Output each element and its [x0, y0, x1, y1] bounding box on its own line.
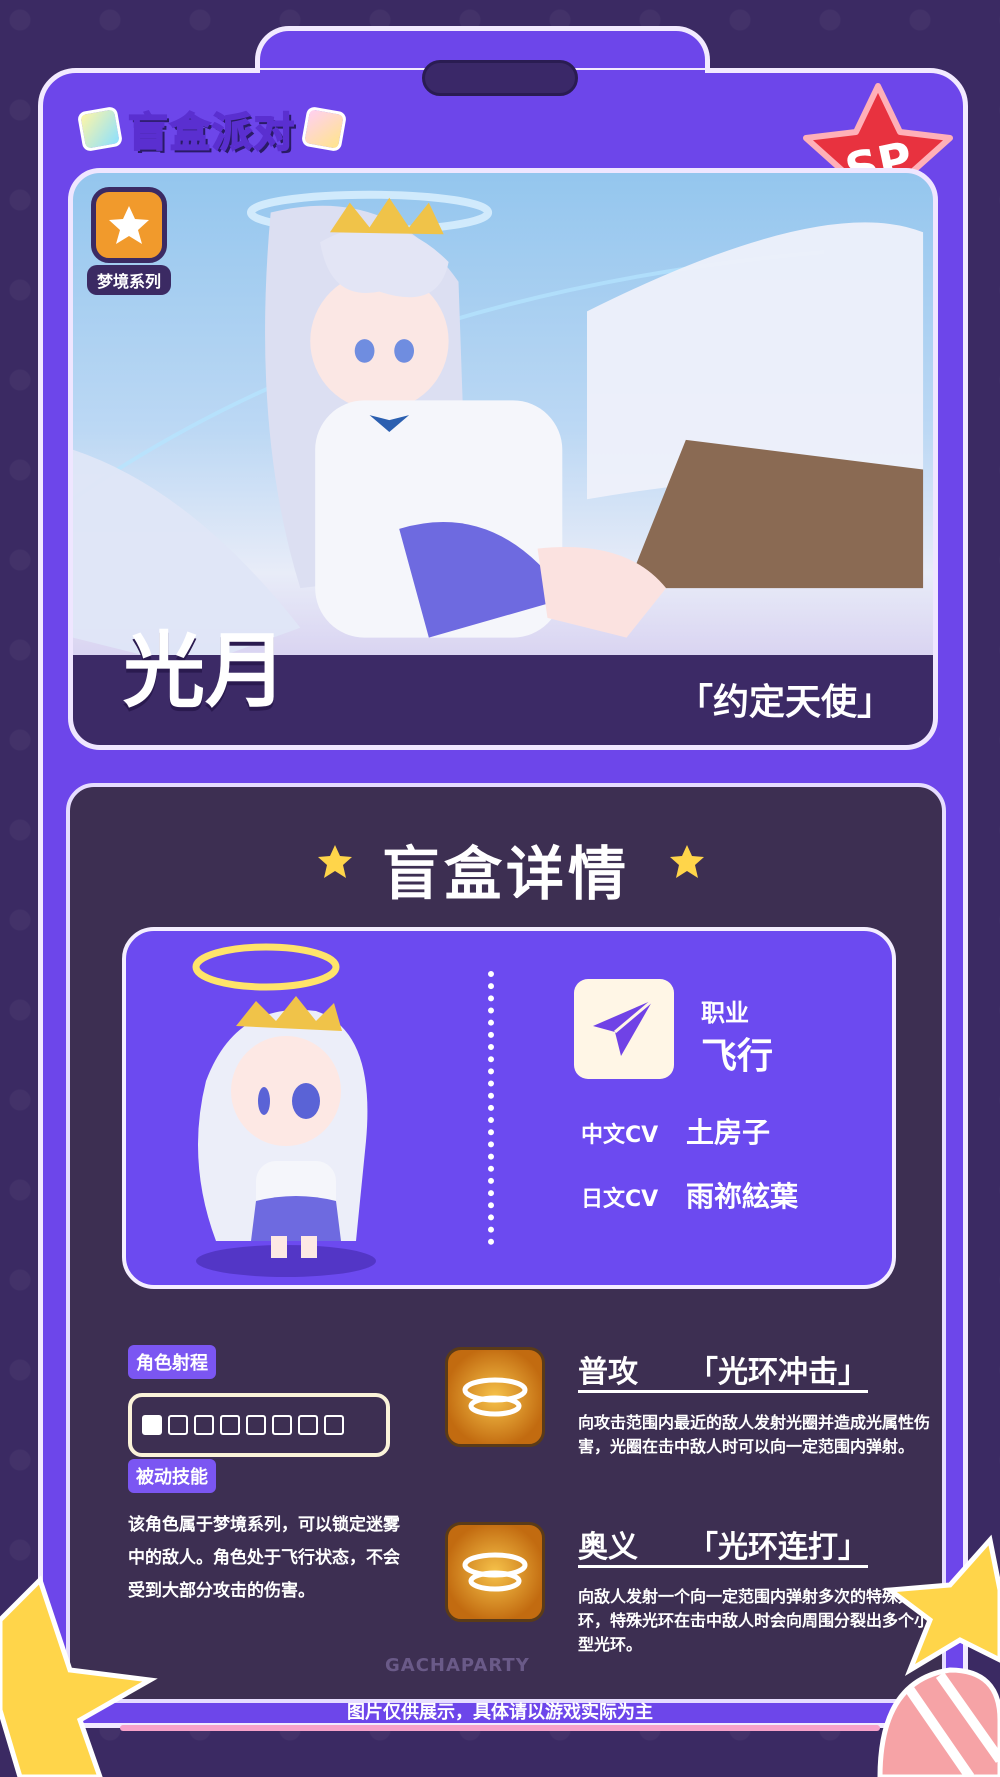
watermark: GACHAPARTY — [385, 1655, 530, 1676]
skill-header: 奥义 「光环连打」 — [578, 1522, 868, 1568]
cv-value-cn: 土房子 — [686, 1116, 771, 1149]
skill-name: 「光环冲击」 — [688, 1355, 868, 1390]
cube-icon — [76, 105, 124, 153]
profile-box: 职业 飞行 中文CV 土房子 日文CV 雨祢絃葉 — [122, 927, 896, 1289]
game-logo: 盲盒派对 — [76, 100, 348, 158]
logo-text: 盲盒派对 — [127, 109, 296, 157]
skill-type: 普攻 — [578, 1355, 638, 1390]
range-cell — [220, 1415, 240, 1435]
range-cell — [298, 1415, 318, 1435]
skill-type: 奥义 — [578, 1530, 638, 1565]
star-icon — [0, 1575, 158, 1777]
details-panel: 盲盒详情 职业 飞行 中文CV 土房子 日文CV 雨祢絃葉 角色射程 被动技能 … — [66, 783, 946, 1703]
series-badge: 梦境系列 — [87, 187, 171, 295]
range-cell — [272, 1415, 292, 1435]
paper-plane-icon — [574, 979, 674, 1079]
cv-value-jp: 雨祢絃葉 — [686, 1180, 799, 1213]
star-icon — [91, 187, 167, 263]
range-label: 角色射程 — [128, 1345, 216, 1379]
details-title: 盲盒详情 — [381, 840, 630, 908]
dotted-divider — [488, 971, 494, 1245]
hero-illustration: 梦境系列 光月 「约定天使」 — [68, 168, 938, 750]
card-hang-slot — [422, 60, 578, 96]
skill-header: 普攻 「光环冲击」 — [578, 1347, 868, 1393]
passive-label: 被动技能 — [128, 1459, 216, 1493]
range-meter — [128, 1393, 390, 1457]
skill-description: 向攻击范围内最近的敌人发射光圈并造成光属性伤害，光圈在击中敌人时可以向一定范围内… — [578, 1413, 931, 1456]
cv-label-cn: 中文CV — [581, 1123, 659, 1148]
series-label: 梦境系列 — [87, 265, 171, 295]
range-cell — [142, 1415, 162, 1435]
character-name: 光月 — [123, 624, 288, 719]
passive-description: 该角色属于梦境系列，可以锁定迷雾中的敌人。角色处于飞行状态，不会受到大部分攻击的… — [128, 1515, 400, 1601]
footer-strip — [120, 1725, 880, 1731]
cube-icon — [300, 105, 348, 153]
star-icon — [670, 845, 704, 878]
character-title: 「约定天使」 — [676, 682, 893, 723]
halo-skill-icon — [445, 1347, 545, 1447]
range-cell — [168, 1415, 188, 1435]
range-cell — [246, 1415, 266, 1435]
chibi-figure — [192, 943, 376, 1277]
candy-icon — [877, 1667, 1000, 1777]
class-label: 职业 — [701, 999, 749, 1027]
skill-name: 「光环连打」 — [688, 1530, 868, 1565]
range-cell — [194, 1415, 214, 1435]
class-value: 飞行 — [701, 1036, 774, 1077]
halo-skill-icon — [445, 1522, 545, 1622]
cv-label-jp: 日文CV — [581, 1187, 659, 1212]
range-cell — [324, 1415, 344, 1435]
